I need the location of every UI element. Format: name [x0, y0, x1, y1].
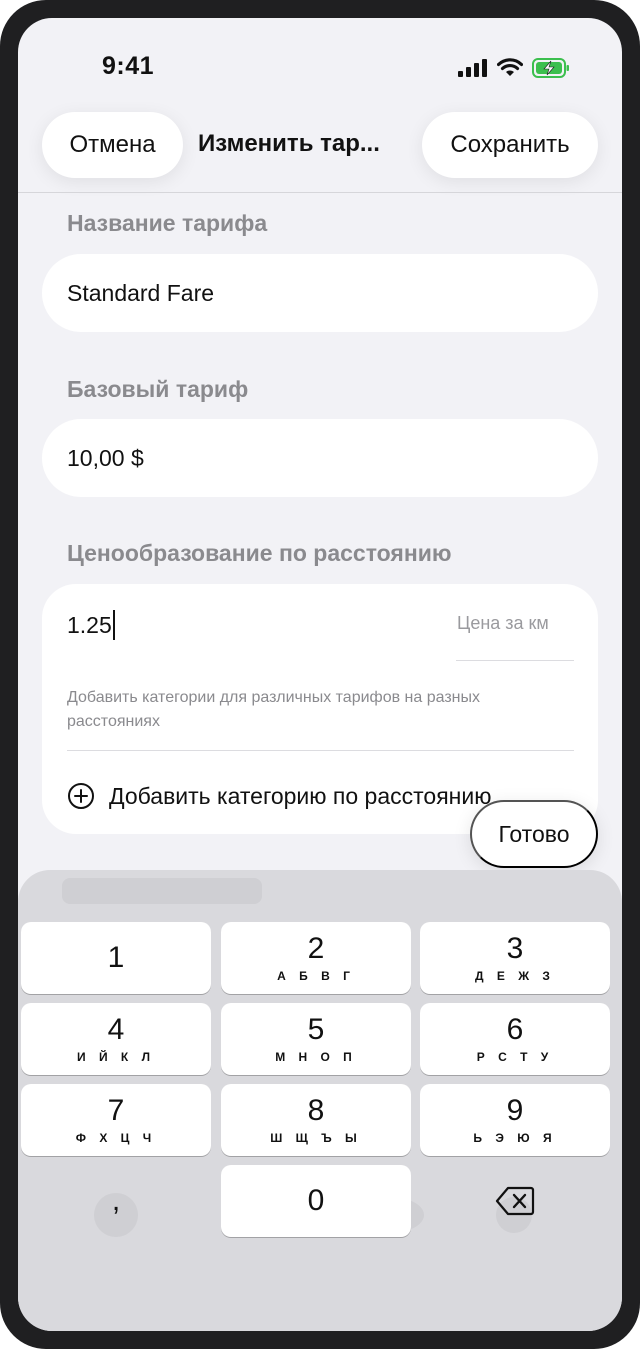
key-letters: А Б В Г: [277, 969, 355, 983]
cellular-signal-icon: [458, 59, 487, 77]
key-0[interactable]: 0: [221, 1165, 411, 1237]
key-4[interactable]: 4 И Й К Л: [21, 1003, 211, 1075]
key-5[interactable]: 5 М Н О П: [221, 1003, 411, 1075]
wifi-icon: [497, 58, 523, 76]
key-letters: М Н О П: [275, 1050, 357, 1064]
key-letters: Р С Т У: [476, 1050, 554, 1064]
key-letters: Д Е Ж З: [475, 969, 555, 983]
price-per-km-underline: [456, 660, 574, 661]
distance-tiers-hint: Добавить категории для различных тарифов…: [67, 689, 481, 730]
plus-circle-icon: [68, 783, 94, 809]
key-digit: 5: [307, 1013, 325, 1046]
status-time: 9:41: [102, 52, 155, 80]
add-distance-tier-label: Добавить категорию по расстоянию: [109, 782, 492, 809]
key-digit: 9: [506, 1094, 524, 1127]
add-distance-tier-button[interactable]: Добавить категорию по расстоянию: [67, 782, 491, 810]
key-comma-label: ,: [111, 1184, 121, 1217]
nav-divider: [18, 192, 622, 193]
key-letters: Ф Х Ц Ч: [75, 1131, 157, 1145]
key-8[interactable]: 8 Ш Щ Ъ Ы: [221, 1084, 411, 1156]
screen: 9:41 Отмена Изменить тар... Сохранить На…: [18, 18, 622, 1331]
key-digit: 7: [107, 1094, 125, 1127]
text-caret: [112, 610, 115, 640]
fare-name-label: Название тарифа: [67, 210, 268, 236]
page-title: Изменить тар...: [198, 130, 380, 157]
price-per-km-value: 1.25: [67, 611, 112, 638]
price-per-km-placeholder: Цена за км: [457, 613, 549, 633]
key-6[interactable]: 6 Р С Т У: [420, 1003, 610, 1075]
distance-pricing-card: 1.25 Цена за км Добавить категории для р…: [42, 584, 598, 834]
key-digit: 1: [107, 941, 125, 974]
save-button[interactable]: Сохранить: [422, 112, 598, 178]
key-comma[interactable]: ,: [21, 1165, 211, 1237]
done-button[interactable]: Готово: [470, 800, 598, 868]
key-backspace[interactable]: [420, 1165, 610, 1237]
key-7[interactable]: 7 Ф Х Ц Ч: [21, 1084, 211, 1156]
key-digit: 8: [307, 1094, 325, 1127]
card-divider: [67, 750, 574, 751]
fare-name-input[interactable]: Standard Fare: [42, 254, 598, 332]
key-3[interactable]: 3 Д Е Ж З: [420, 922, 610, 994]
status-icons: [458, 58, 570, 78]
key-letters: Ш Щ Ъ Ы: [270, 1131, 362, 1145]
device-frame: 9:41 Отмена Изменить тар... Сохранить На…: [0, 0, 640, 1349]
key-9[interactable]: 9 Ь Э Ю Я: [420, 1084, 610, 1156]
distance-pricing-label: Ценообразование по расстоянию: [67, 540, 452, 566]
key-digit: 3: [506, 932, 524, 965]
base-fare-label: Базовый тариф: [67, 376, 249, 402]
key-digit: 0: [307, 1184, 325, 1217]
key-digit: 6: [506, 1013, 524, 1046]
key-letters: Ь Э Ю Я: [473, 1131, 557, 1145]
price-per-km-input[interactable]: 1.25: [67, 610, 115, 640]
backspace-icon: [495, 1186, 535, 1216]
base-fare-input[interactable]: 10,00 $: [42, 419, 598, 497]
battery-charging-icon: [532, 58, 569, 78]
key-digit: 2: [307, 932, 325, 965]
key-2[interactable]: 2 А Б В Г: [221, 922, 411, 994]
cancel-button[interactable]: Отмена: [42, 112, 183, 178]
key-1[interactable]: 1: [21, 922, 211, 994]
key-letters: И Й К Л: [77, 1050, 155, 1064]
numeric-keyboard: 1 2 А Б В Г 3 Д Е Ж З 4 И Й К Л 5 М Н О …: [18, 870, 622, 1331]
key-digit: 4: [107, 1013, 125, 1046]
